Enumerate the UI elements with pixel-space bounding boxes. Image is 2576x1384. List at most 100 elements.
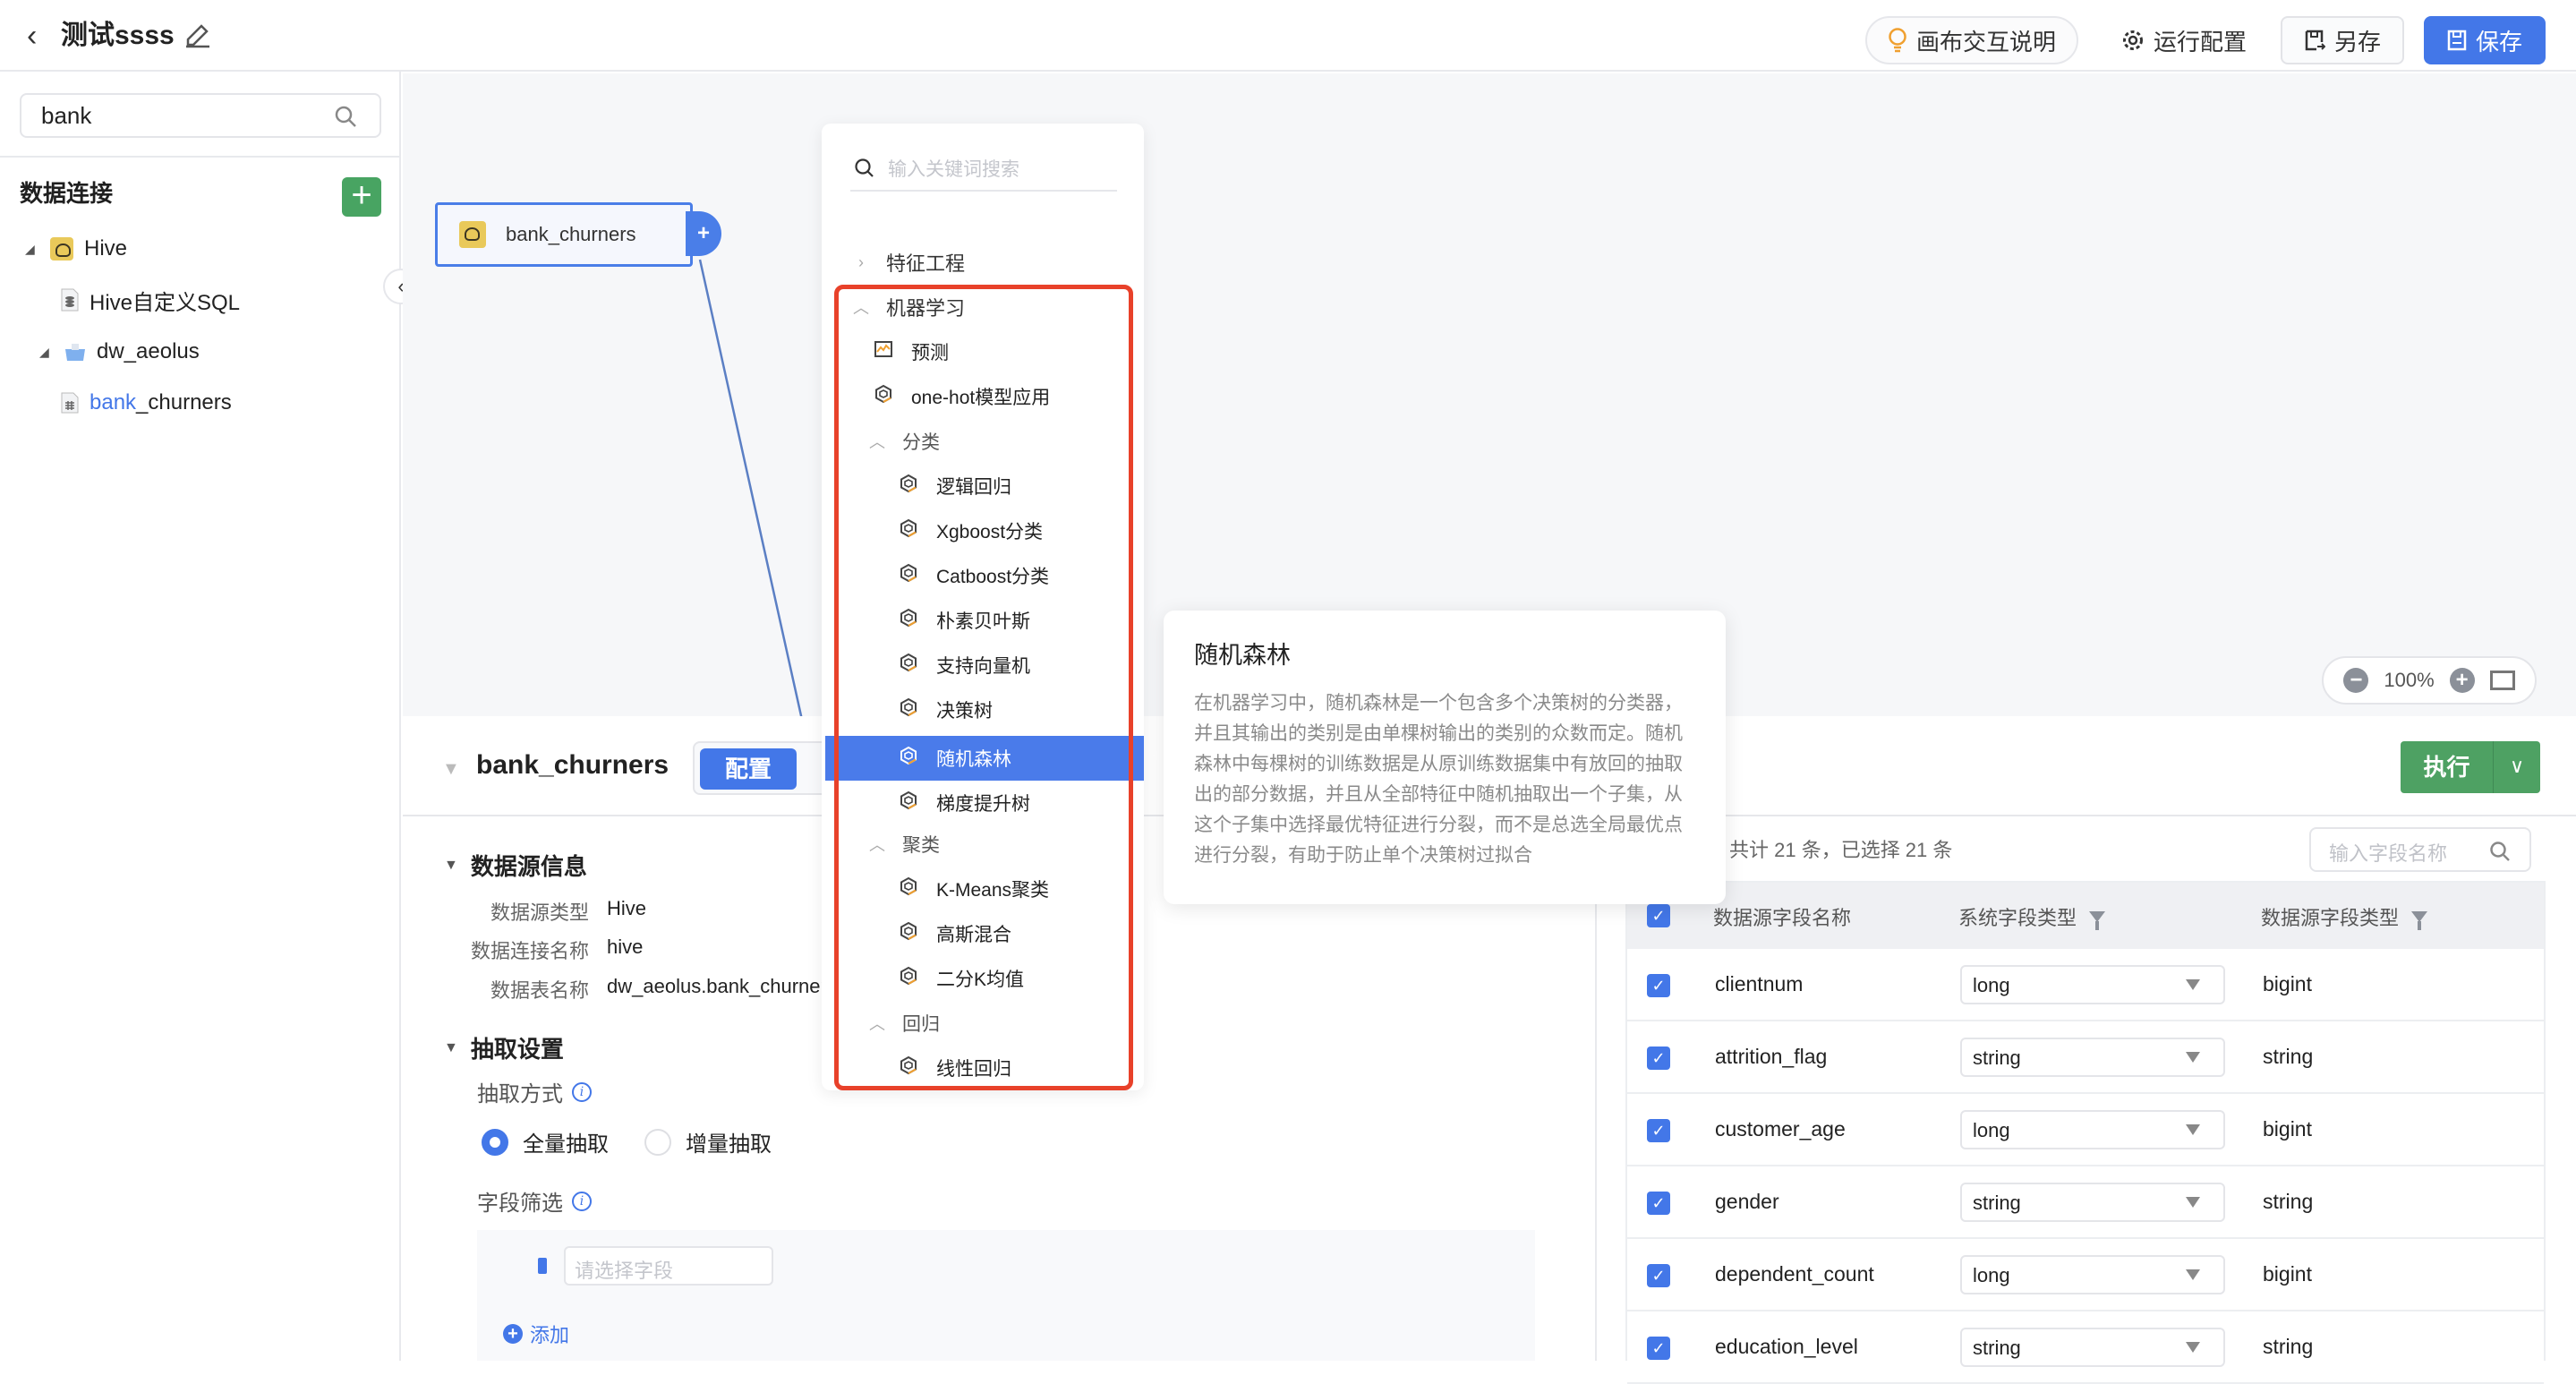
zoom-level: 100% xyxy=(2384,669,2435,691)
save-button[interactable]: 保存 xyxy=(2424,16,2546,64)
zoom-in-button[interactable]: + xyxy=(2449,668,2475,693)
info-icon[interactable]: i xyxy=(572,1191,592,1211)
label-text: 抽取方式 xyxy=(477,1082,563,1106)
row-checkbox[interactable]: ✓ xyxy=(1647,1119,1670,1142)
add-label: 添加 xyxy=(530,1324,570,1346)
system-type-select[interactable]: long xyxy=(1960,1110,2225,1149)
radio-full-extract[interactable]: 全量抽取 xyxy=(482,1126,609,1158)
menu-item-label: 随机森林 xyxy=(936,749,1011,770)
menu-item[interactable]: 随机森林 xyxy=(899,736,1011,781)
model-icon xyxy=(899,966,936,991)
menu-item[interactable]: 二分K均值 xyxy=(899,956,1024,1001)
canvas-help-button[interactable]: 画布交互说明 xyxy=(1865,16,2078,64)
dropdown-arrow-icon xyxy=(2186,1342,2200,1353)
fit-screen-icon[interactable] xyxy=(2489,671,2515,690)
system-type-select[interactable]: string xyxy=(1960,1183,2225,1222)
column-header-field-name: 数据源字段名称 xyxy=(1713,902,1851,931)
tab-config[interactable]: 配置 xyxy=(700,748,797,790)
model-icon xyxy=(899,697,936,722)
menu-item[interactable]: 预测 xyxy=(874,329,949,374)
expand-triangle-icon[interactable]: ◢ xyxy=(39,345,54,360)
run-button[interactable]: 执行 ∨ xyxy=(2401,741,2540,793)
add-filter-button[interactable]: + 添加 xyxy=(503,1320,569,1348)
menu-group[interactable]: ︿ 聚类 xyxy=(866,822,940,867)
menu-item[interactable]: K-Means聚类 xyxy=(899,867,1049,911)
column-header-system-type: 系统字段类型 xyxy=(1958,902,2106,931)
row-checkbox[interactable]: ✓ xyxy=(1647,1337,1670,1360)
source-type: bigint xyxy=(2263,1117,2312,1141)
menu-item[interactable]: 决策树 xyxy=(899,688,993,732)
menu-item-label: 线性回归 xyxy=(936,1059,1011,1080)
field-select-input[interactable]: 请选择字段 xyxy=(564,1246,773,1286)
edit-title-button[interactable] xyxy=(183,20,213,50)
zoom-out-button[interactable]: − xyxy=(2343,668,2369,693)
tree-item-dw-aeolus[interactable]: ◢ dw_aeolus xyxy=(39,334,200,370)
menu-item-label: 回归 xyxy=(902,1014,940,1035)
menu-group[interactable]: ︿ 回归 xyxy=(866,1001,940,1046)
row-checkbox[interactable]: ✓ xyxy=(1647,1192,1670,1215)
field-name: gender xyxy=(1715,1190,1779,1213)
system-type-select[interactable]: long xyxy=(1960,965,2225,1004)
select-value: string xyxy=(1973,1192,2021,1214)
canvas-node-bank-churners[interactable]: bank_churners xyxy=(435,202,693,267)
info-icon[interactable]: i xyxy=(572,1081,592,1102)
menu-item[interactable]: Catboost分类 xyxy=(899,553,1049,598)
system-type-select[interactable]: string xyxy=(1960,1038,2225,1077)
filter-icon[interactable] xyxy=(2411,911,2428,930)
select-all-checkbox[interactable]: ✓ xyxy=(1647,904,1670,927)
sidebar-search-input[interactable]: bank xyxy=(20,93,381,138)
source-type: string xyxy=(2263,1045,2314,1068)
add-connection-button[interactable]: + xyxy=(342,177,381,217)
filter-icon[interactable] xyxy=(2089,911,2106,930)
menu-item[interactable]: Xgboost分类 xyxy=(899,508,1043,553)
save-as-button[interactable]: 另存 xyxy=(2281,16,2404,64)
extract-settings-section[interactable]: ▼ 抽取设置 xyxy=(444,1031,564,1064)
row-checkbox[interactable]: ✓ xyxy=(1647,1047,1670,1070)
menu-item-label: 分类 xyxy=(902,432,940,453)
table-row: ✓ attrition_flag string string xyxy=(1627,1021,2544,1094)
tree-item-bank-churners[interactable]: bank_churners xyxy=(61,385,232,421)
row-checkbox[interactable]: ✓ xyxy=(1647,1264,1670,1287)
menu-search-placeholder: 输入关键词搜索 xyxy=(888,159,1019,180)
expand-triangle-icon[interactable]: ◢ xyxy=(25,242,39,257)
column-header-source-type: 数据源字段类型 xyxy=(2261,902,2428,931)
menu-item[interactable]: 支持向量机 xyxy=(899,643,1030,688)
menu-search-input[interactable]: 输入关键词搜索 xyxy=(850,147,1117,192)
dropdown-arrow-icon xyxy=(2186,1052,2200,1063)
source-info-section[interactable]: ▼ 数据源信息 xyxy=(444,849,587,882)
radio-label: 全量抽取 xyxy=(523,1132,609,1157)
page-title: 测试ssss xyxy=(61,21,175,50)
run-label[interactable]: 执行 xyxy=(2401,741,2494,793)
tooltip-arrow xyxy=(1153,745,1164,766)
table-row: ✓ dependent_count long bigint xyxy=(1627,1239,2544,1311)
menu-group[interactable]: ︿ 分类 xyxy=(866,419,940,464)
menu-item[interactable]: 线性回归 xyxy=(899,1046,1011,1090)
search-match-highlight: bank xyxy=(90,390,137,414)
system-type-select[interactable]: long xyxy=(1960,1255,2225,1294)
menu-group[interactable]: › 特征工程 xyxy=(850,240,965,285)
tree-item-hive-sql[interactable]: Hive自定义SQL xyxy=(61,282,240,318)
data-connection-title: 数据连接 xyxy=(20,180,114,207)
field-search-input[interactable]: 输入字段名称 xyxy=(2309,827,2531,872)
run-config-button[interactable]: 运行配置 xyxy=(2112,16,2256,64)
chevron-up-icon: ︿ xyxy=(853,299,869,317)
field-filter-label: 字段筛选 i xyxy=(477,1185,592,1217)
row-checkbox[interactable]: ✓ xyxy=(1647,974,1670,997)
radio-incremental-extract[interactable]: 增量抽取 xyxy=(644,1126,772,1158)
menu-item[interactable]: 逻辑回归 xyxy=(899,464,1011,508)
run-dropdown-chevron-icon[interactable]: ∨ xyxy=(2494,741,2540,793)
system-type-select[interactable]: string xyxy=(1960,1328,2225,1367)
menu-item[interactable]: 高斯混合 xyxy=(899,911,1011,956)
radio-button[interactable] xyxy=(482,1128,508,1156)
menu-item[interactable]: 梯度提升树 xyxy=(899,781,1030,825)
radio-button[interactable] xyxy=(644,1128,671,1156)
menu-item[interactable]: 朴素贝叶斯 xyxy=(899,598,1030,643)
field-name: dependent_count xyxy=(1715,1262,1874,1286)
column-title: 数据源字段类型 xyxy=(2261,907,2400,929)
tree-item-hive[interactable]: ◢ Hive xyxy=(25,231,127,267)
menu-group[interactable]: ︿ 机器学习 xyxy=(850,285,965,329)
menu-item[interactable]: one-hot模型应用 xyxy=(874,374,1050,419)
collapse-panel-icon[interactable]: ▼ xyxy=(442,759,460,780)
back-icon[interactable]: ‹ xyxy=(27,18,63,54)
model-icon xyxy=(899,921,936,946)
